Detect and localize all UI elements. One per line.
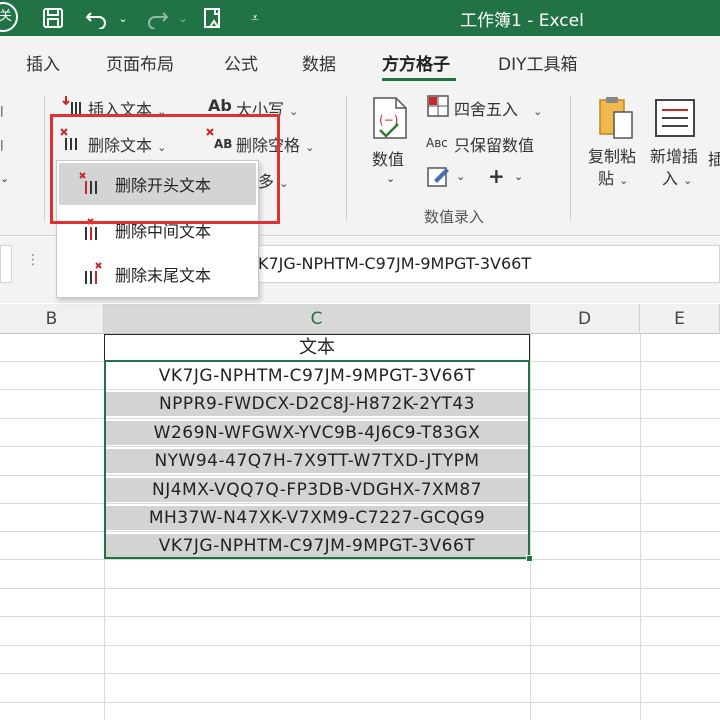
add-insert-icon (654, 98, 698, 138)
menu-item-delete-end-text[interactable]: 删除末尾文本 (59, 253, 256, 295)
tab-insert[interactable]: 插入 (26, 50, 60, 75)
chevron-down-icon: ⌄ (619, 174, 629, 187)
autosave-toggle[interactable]: 关 (0, 2, 18, 32)
copy-paste-icon (596, 96, 636, 140)
redo-dropdown-icon: ⌄ (178, 11, 188, 25)
copy-paste-label-line1: 复制粘 (588, 147, 637, 166)
selection-border (104, 360, 530, 559)
grid-line (0, 645, 720, 646)
chevron-down-icon: ⌄ (533, 105, 543, 118)
partial-ribbon-caret: ⌄ (0, 172, 10, 185)
tab-diy-toolbox[interactable]: DIY工具箱 (498, 50, 578, 75)
grid-line (0, 588, 720, 589)
group-label-numeric-entry: 数值录入 (424, 208, 485, 226)
ribbon-separator (44, 96, 45, 221)
annotation-highlight-box (50, 114, 280, 224)
chevron-down-icon: ⌄ (279, 177, 289, 190)
round-icon (426, 94, 450, 118)
customize-icon[interactable]: ⩡ (242, 5, 268, 31)
more-options-icon[interactable]: ⋮ (26, 252, 40, 268)
plus-icon[interactable]: + (488, 164, 505, 188)
tab-page-layout[interactable]: 页面布局 (106, 50, 174, 75)
ribbon-tabs: 插入 页面布局 公式 数据 方方格子 DIY工具箱 (0, 36, 720, 86)
grid-line (640, 334, 641, 720)
chevron-down-icon: ⌄ (305, 141, 315, 154)
keep-numeric-icon: Aʙᴄ (426, 136, 448, 150)
grid-line (0, 559, 720, 560)
grid-line (0, 702, 720, 703)
add-insert-button[interactable]: 新增插 入 ⌄ (650, 146, 698, 192)
cell-c-header[interactable]: 文本 (104, 334, 530, 361)
name-box[interactable] (0, 245, 12, 283)
chevron-down-icon: ⌄ (386, 172, 396, 185)
ribbon-separator (346, 96, 347, 221)
grid-line (0, 673, 720, 674)
edit-icon[interactable] (426, 164, 452, 188)
chevron-down-icon: ⌄ (683, 174, 693, 187)
title-bar: 关 ⌄ ⌄ ⩡ 工作簿1 - Excel (0, 0, 720, 36)
insert-text-icon (62, 94, 84, 116)
round-label: 四舍五入 (454, 100, 519, 119)
undo-dropdown-icon[interactable]: ⌄ (110, 5, 136, 31)
numeric-button[interactable]: 数值 (372, 146, 404, 170)
tab-fangfanggezi[interactable]: 方方格子 (382, 50, 450, 75)
window-title: 工作簿1 - Excel (460, 11, 584, 31)
save-icon[interactable] (40, 5, 66, 31)
keep-numeric-button[interactable]: 只保留数值 (454, 132, 534, 156)
case-icon: Ab (208, 96, 232, 115)
partial-ribbon-glyph: | (0, 138, 4, 151)
touch-mode-icon[interactable] (200, 5, 226, 31)
ribbon-separator (570, 96, 571, 221)
redo-icon (144, 5, 170, 31)
copy-paste-label-line2: 贴 (598, 169, 615, 188)
tab-data[interactable]: 数据 (302, 50, 336, 75)
active-tab-indicator (382, 78, 456, 81)
numeric-icon: (−) (372, 96, 408, 140)
formula-value: VK7JG-NPHTM-C97JM-9MPGT-3V66T (247, 254, 532, 273)
undo-icon[interactable] (84, 5, 110, 31)
column-header-b[interactable]: B (0, 304, 104, 334)
add-insert-label-line1: 新增插 (650, 147, 699, 166)
column-header-e[interactable]: E (640, 304, 720, 334)
tab-formulas[interactable]: 公式 (224, 50, 258, 75)
column-header-c[interactable]: C (104, 304, 530, 334)
column-header-d[interactable]: D (530, 304, 640, 334)
chevron-down-icon[interactable]: ⌄ (514, 170, 523, 183)
grid-line (530, 334, 531, 720)
chevron-down-icon: ⌄ (289, 105, 299, 118)
fill-handle[interactable] (526, 555, 533, 562)
menu-item-label: 删除末尾文本 (115, 266, 212, 285)
chevron-down-icon[interactable]: ⌄ (456, 170, 465, 183)
delete-end-icon (85, 262, 102, 284)
partial-ribbon-glyph: | (0, 104, 4, 117)
formula-input[interactable]: VK7JG-NPHTM-C97JM-9MPGT-3V66T (242, 245, 720, 283)
copy-paste-button[interactable]: 复制粘 贴 ⌄ (588, 146, 636, 192)
round-button[interactable]: 四舍五入 ⌄ (454, 96, 542, 120)
partial-ribbon-button[interactable]: 插 (708, 146, 720, 170)
grid-line (0, 616, 720, 617)
add-insert-label-line2: 入 (662, 169, 679, 188)
